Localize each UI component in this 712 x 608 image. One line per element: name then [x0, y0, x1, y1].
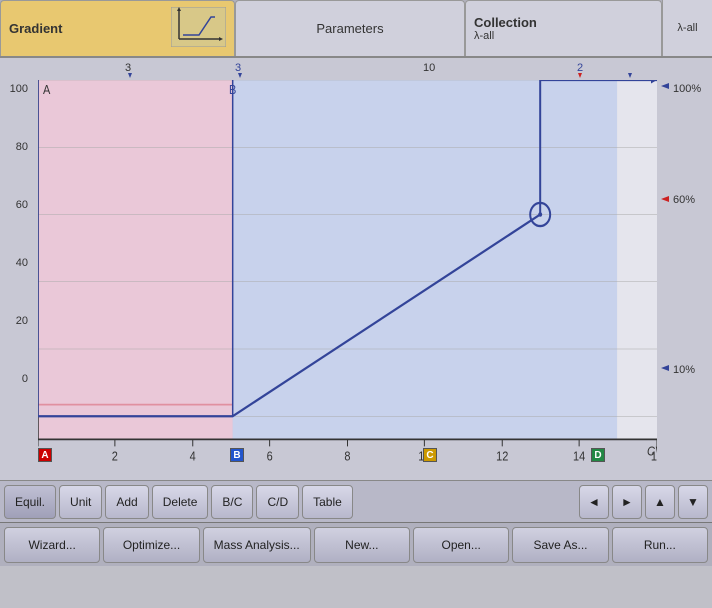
lambda-all-label: λ-all [677, 22, 697, 34]
right-axis: 100% 60% 10% [657, 80, 712, 480]
svg-text:2: 2 [577, 62, 583, 74]
point-label-b: B [230, 448, 244, 462]
svg-text:100: 100 [10, 83, 28, 95]
bottom-toolbar: Equil. Unit Add Delete B/C C/D Table ◄ ►… [0, 480, 712, 522]
chart-container: 100 80 60 40 20 0 [0, 80, 712, 480]
next-right-button[interactable]: ► [612, 485, 642, 519]
equil-button[interactable]: Equil. [4, 485, 56, 519]
chart-svg: 0 2 4 6 8 10 12 14 16 [38, 80, 657, 480]
save-as-button[interactable]: Save As... [512, 527, 608, 563]
svg-text:4: 4 [190, 449, 196, 464]
svg-text:6: 6 [267, 449, 273, 464]
optimize-button[interactable]: Optimize... [103, 527, 199, 563]
tab-parameters[interactable]: Parameters [235, 0, 465, 56]
lambda-all-right[interactable]: λ-all [662, 0, 712, 56]
wizard-button[interactable]: Wizard... [4, 527, 100, 563]
new-button[interactable]: New... [314, 527, 410, 563]
svg-text:A: A [43, 82, 50, 97]
svg-text:40: 40 [16, 257, 28, 269]
point-label-c: C [423, 448, 437, 462]
tab-collection-label: Collection [474, 15, 537, 30]
table-button[interactable]: Table [302, 485, 353, 519]
svg-text:100%: 100% [673, 83, 701, 95]
svg-text:20: 20 [16, 315, 28, 327]
svg-text:10: 10 [423, 62, 435, 74]
tab-collection-sublabel: λ-all [474, 30, 494, 42]
tab-gradient[interactable]: Gradient [0, 0, 235, 56]
chart-main: 0 2 4 6 8 10 12 14 16 [38, 80, 657, 480]
mass-analysis-button[interactable]: Mass Analysis... [203, 527, 311, 563]
tab-parameters-label: Parameters [316, 21, 383, 36]
svg-text:60: 60 [16, 199, 28, 211]
svg-text:CV: CV [647, 444, 657, 459]
point-label-a: A [38, 448, 52, 462]
unit-button[interactable]: Unit [59, 485, 102, 519]
tab-gradient-label: Gradient [9, 21, 62, 36]
svg-text:12: 12 [496, 449, 509, 464]
delete-button[interactable]: Delete [152, 485, 209, 519]
gradient-icon [171, 7, 226, 50]
y-axis: 100 80 60 40 20 0 [0, 80, 38, 480]
svg-text:2: 2 [112, 449, 118, 464]
point-label-d: D [591, 448, 605, 462]
action-toolbar: Wizard... Optimize... Mass Analysis... N… [0, 522, 712, 566]
svg-text:3: 3 [125, 62, 131, 74]
top-number-row: 3 3 10 2 [0, 58, 712, 80]
prev-left-button[interactable]: ◄ [579, 485, 609, 519]
svg-text:0: 0 [22, 373, 28, 385]
svg-text:10%: 10% [673, 364, 695, 376]
svg-text:8: 8 [344, 449, 350, 464]
cd-button[interactable]: C/D [256, 485, 299, 519]
svg-text:60%: 60% [673, 194, 695, 206]
svg-text:14: 14 [573, 449, 586, 464]
open-button[interactable]: Open... [413, 527, 509, 563]
add-button[interactable]: Add [105, 485, 148, 519]
svg-text:3: 3 [235, 62, 241, 74]
run-button[interactable]: Run... [612, 527, 708, 563]
up-button[interactable]: ▲ [645, 485, 675, 519]
svg-text:B: B [229, 82, 236, 97]
tab-collection[interactable]: Collection λ-all [465, 0, 662, 56]
bc-button[interactable]: B/C [211, 485, 253, 519]
right-axis-svg: 100% 60% 10% [661, 80, 712, 425]
top-tabs: Gradient Parameters Collection λ-all λ-a… [0, 0, 712, 58]
svg-text:80: 80 [16, 141, 28, 153]
down-button[interactable]: ▼ [678, 485, 708, 519]
